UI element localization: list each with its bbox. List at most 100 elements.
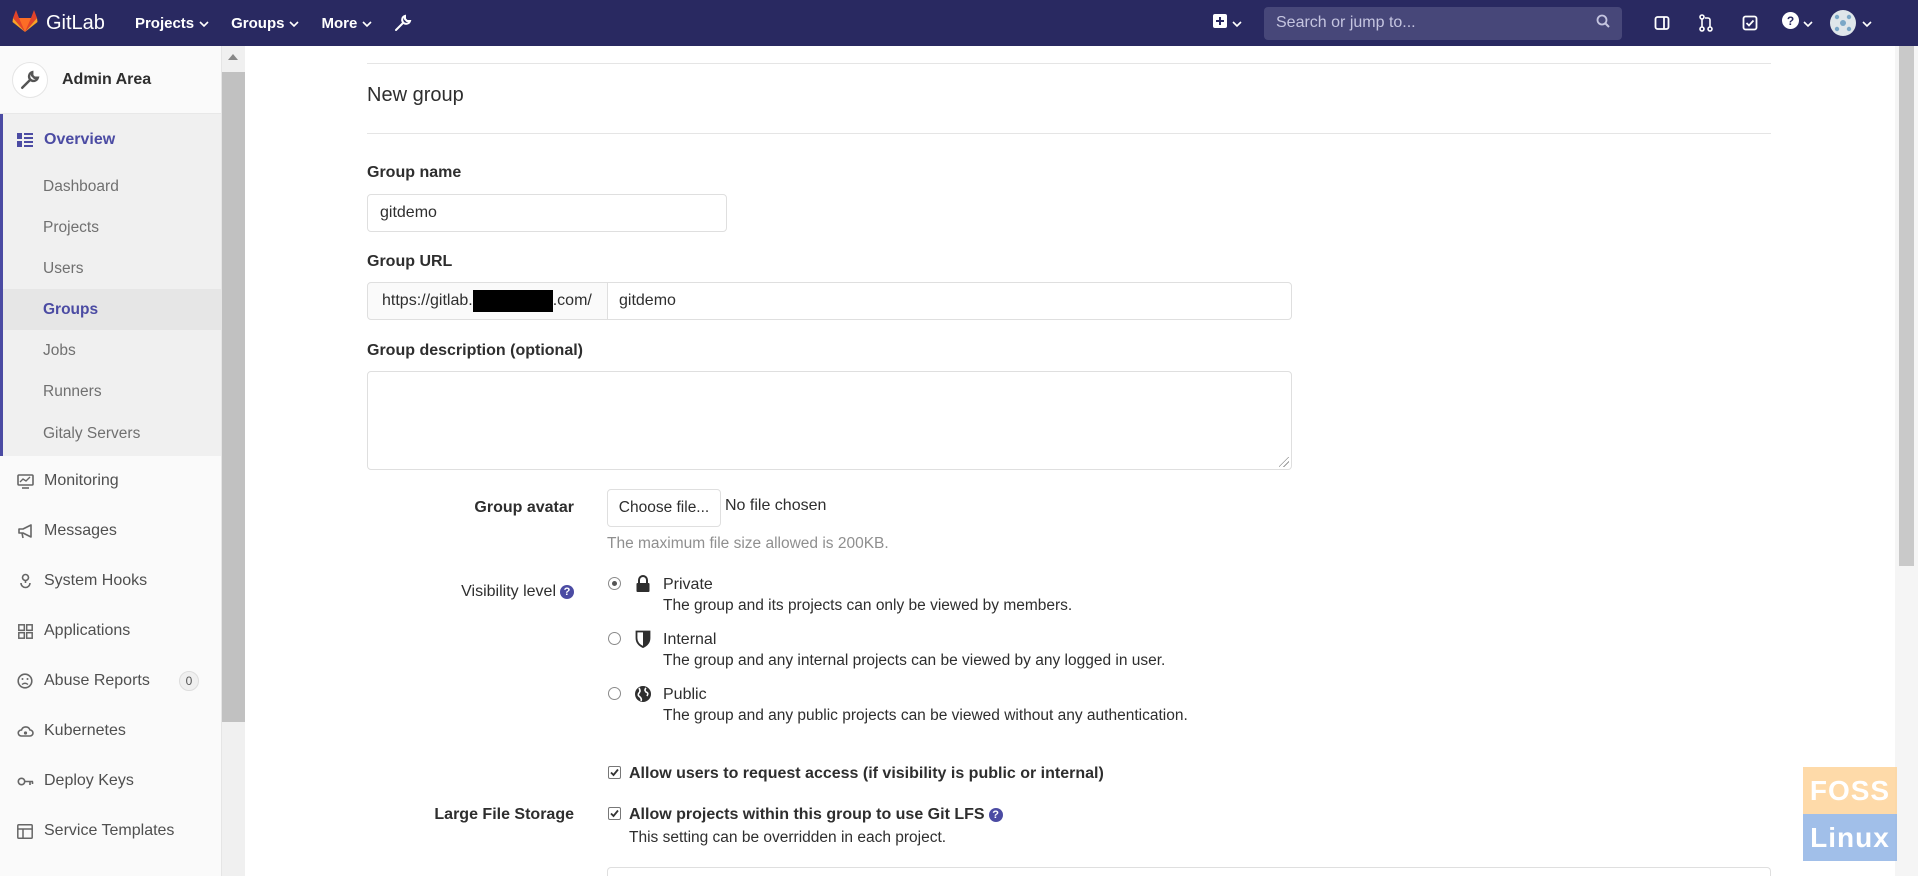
nav-more-label: More <box>321 14 358 32</box>
choose-file-button[interactable]: Choose file... <box>607 489 721 527</box>
cloud-gear-icon <box>16 722 34 740</box>
help-dropdown[interactable]: ? <box>1772 12 1822 34</box>
next-form-section <box>607 867 1771 876</box>
git-lfs-hint: This setting can be overridden in each p… <box>629 829 947 846</box>
search-icon <box>1596 14 1610 33</box>
sidebar-item-overview[interactable]: Overview <box>3 114 221 166</box>
sidebar-item-service-templates[interactable]: Service Templates <box>0 806 221 856</box>
visibility-private-radio[interactable] <box>608 577 621 590</box>
group-description-textarea[interactable] <box>367 371 1292 470</box>
admin-area-wrench-icon[interactable] <box>394 14 412 32</box>
large-file-storage-label: Large File Storage <box>434 806 574 823</box>
group-name-value: gitdemo <box>380 204 437 221</box>
sidebar-scrollbar[interactable] <box>222 46 245 876</box>
sidebar-item-label: Applications <box>44 622 131 639</box>
sidebar-subitem-dashboard[interactable]: Dashboard <box>3 166 221 207</box>
file-chosen-status: No file chosen <box>725 497 827 514</box>
user-avatar <box>1830 10 1856 36</box>
nav-projects-dropdown[interactable]: Projects <box>135 15 209 32</box>
frown-face-icon <box>16 672 34 690</box>
group-url-prefix: https://gitlab. .com/ <box>367 282 608 320</box>
sidebar-subitem-users[interactable]: Users <box>3 248 221 289</box>
sidebar-item-label: Abuse Reports <box>44 672 150 689</box>
sidebar-item-label: Service Templates <box>44 822 175 839</box>
scroll-up-arrow-icon[interactable] <box>228 54 238 60</box>
sidebar-item-label: System Hooks <box>44 572 148 589</box>
search-input[interactable]: Search or jump to... <box>1264 6 1622 40</box>
visibility-internal-radio[interactable] <box>608 632 621 645</box>
merge-request-icon[interactable] <box>1684 14 1728 32</box>
sidebar-item-deploy-keys[interactable]: Deploy Keys <box>0 756 221 806</box>
visibility-internal-desc: The group and any internal projects can … <box>663 652 1166 669</box>
page-scrollbar-thumb[interactable] <box>1899 46 1914 566</box>
monitor-icon <box>16 472 34 490</box>
page-scrollbar[interactable] <box>1895 46 1918 876</box>
sidebar-item-applications[interactable]: Applications <box>0 606 221 656</box>
sidebar-title: Admin Area <box>62 70 152 88</box>
git-lfs-label: Allow projects within this group to use … <box>629 806 1003 824</box>
sidebar-toggle-icon[interactable] <box>1640 15 1684 31</box>
watermark-bottom: Linux <box>1803 814 1897 861</box>
resize-handle-icon[interactable] <box>1279 457 1289 467</box>
overview-grid-icon <box>16 131 34 149</box>
page-title: New group <box>367 84 464 106</box>
url-prefix-end: .com/ <box>552 292 592 309</box>
nav-more-dropdown[interactable]: More <box>321 15 372 32</box>
group-url-label: Group URL <box>367 253 453 270</box>
visibility-level-label: Visibility level? <box>367 583 574 601</box>
hook-icon <box>16 572 34 590</box>
watermark-top: FOSS <box>1803 767 1897 814</box>
help-icon[interactable]: ? <box>988 808 1003 822</box>
url-prefix-start: https://gitlab. <box>382 292 473 309</box>
divider <box>367 63 1771 64</box>
sidebar-header-admin-area[interactable]: Admin Area <box>0 46 221 114</box>
fosslinux-watermark-logo: FOSS Linux <box>1803 767 1897 861</box>
group-name-input[interactable]: gitdemo <box>367 194 727 232</box>
group-path-input[interactable]: gitdemo <box>607 282 1292 320</box>
key-icon <box>16 772 34 790</box>
redacted-domain <box>472 290 553 312</box>
group-name-label: Group name <box>367 164 462 181</box>
sidebar-item-system-hooks[interactable]: System Hooks <box>0 556 221 606</box>
sidebar-item-label: Overview <box>44 131 116 148</box>
gitlab-home-link[interactable]: GitLab <box>12 9 105 38</box>
sidebar-item-messages[interactable]: Messages <box>0 506 221 556</box>
sidebar-subitem-runners[interactable]: Runners <box>3 371 221 412</box>
avatar-size-hint: The maximum file size allowed is 200KB. <box>607 535 889 552</box>
globe-icon <box>633 684 653 704</box>
sidebar-item-monitoring[interactable]: Monitoring <box>0 456 221 506</box>
request-access-checkbox[interactable] <box>608 766 621 779</box>
visibility-public-radio[interactable] <box>608 687 621 700</box>
nav-groups-dropdown[interactable]: Groups <box>231 15 300 32</box>
new-item-dropdown[interactable] <box>1213 13 1242 33</box>
wrench-icon <box>12 61 48 98</box>
brand-name: GitLab <box>46 11 105 34</box>
sidebar-item-abuse-reports[interactable]: Abuse Reports 0 <box>0 656 221 706</box>
visibility-level-text: Visibility level <box>461 583 556 600</box>
todo-check-icon[interactable] <box>1728 15 1772 31</box>
megaphone-icon <box>16 522 34 540</box>
sidebar-subitem-jobs[interactable]: Jobs <box>3 330 221 371</box>
sidebar-subitem-gitaly-servers[interactable]: Gitaly Servers <box>3 412 221 456</box>
visibility-private-desc: The group and its projects can only be v… <box>663 597 1073 614</box>
group-path-value: gitdemo <box>619 292 676 309</box>
help-icon[interactable]: ? <box>560 585 574 599</box>
template-icon <box>16 822 34 840</box>
plus-square-icon <box>1213 13 1227 33</box>
git-lfs-label-text: Allow projects within this group to use … <box>629 806 985 823</box>
visibility-private-title: Private <box>663 576 713 593</box>
chevron-down-icon <box>199 15 209 32</box>
user-menu-dropdown[interactable] <box>1830 10 1872 36</box>
chevron-down-icon <box>1232 13 1242 33</box>
svg-text:?: ? <box>1786 14 1793 28</box>
group-avatar-label: Group avatar <box>474 499 574 516</box>
sidebar-item-kubernetes[interactable]: Kubernetes <box>0 706 221 756</box>
divider <box>367 133 1771 134</box>
git-lfs-checkbox[interactable] <box>608 807 621 820</box>
sidebar-item-label: Deploy Keys <box>44 772 134 789</box>
shield-icon <box>633 629 653 649</box>
sidebar-subitem-projects[interactable]: Projects <box>3 207 221 248</box>
sidebar-scrollbar-thumb[interactable] <box>222 72 245 722</box>
sidebar-subitem-groups[interactable]: Groups <box>3 289 221 330</box>
chevron-down-icon <box>1862 13 1872 33</box>
